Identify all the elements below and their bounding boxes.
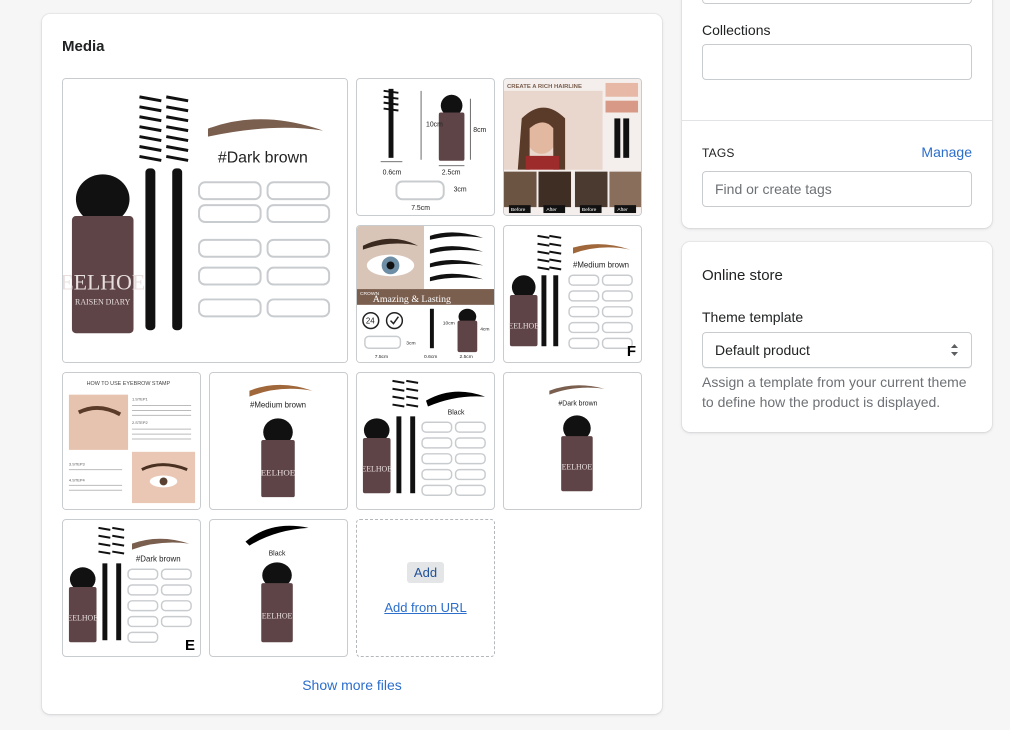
online-store-card: Online store Theme template Default prod… — [682, 242, 992, 432]
media-card: Media #Dark brown EELHOE RAISEN DIARY 10… — [42, 14, 662, 714]
svg-text:EELHOE: EELHOE — [508, 321, 539, 330]
manage-tags-link[interactable]: Manage — [921, 144, 972, 160]
product-image: HOW TO USE EYEBROW STAMP 1.STEP1 2.STEP2… — [63, 373, 200, 509]
svg-text:#Medium brown: #Medium brown — [573, 260, 629, 269]
previous-field[interactable] — [702, 0, 972, 4]
theme-template-help-text: Assign a template from your current them… — [702, 374, 967, 410]
svg-text:Black: Black — [269, 550, 286, 557]
svg-text:Amazing & Lasting: Amazing & Lasting — [373, 294, 451, 305]
svg-text:EELHOE: EELHOE — [361, 465, 392, 474]
product-image: 10cm 8cm 0.6cm 2.5cm 3cm 7.5cm — [380, 88, 487, 212]
product-image: CROWN Amazing & Lasting 24 10cm 4cm 3cm … — [357, 226, 494, 362]
svg-text:8cm: 8cm — [473, 127, 486, 134]
product-image: #Dark brown EELHOE RAISEN DIARY — [63, 79, 347, 362]
media-thumbnail[interactable]: #Medium brown EELHOE F — [503, 225, 642, 363]
svg-text:0.6cm: 0.6cm — [383, 170, 402, 177]
svg-text:Black: Black — [448, 409, 465, 416]
svg-text:7.5cm: 7.5cm — [411, 205, 430, 212]
collections-input[interactable] — [702, 44, 972, 80]
variant-letter: F — [626, 343, 636, 360]
svg-text:3cm: 3cm — [454, 186, 467, 193]
svg-text:EELHOE: EELHOE — [261, 467, 295, 477]
theme-template-value: Default product — [715, 342, 810, 358]
tags-label: TAGS — [702, 146, 735, 160]
svg-text:Before: Before — [511, 207, 526, 213]
media-thumbnail[interactable]: Black EELHOE — [209, 519, 348, 657]
theme-template-label: Theme template — [702, 309, 804, 325]
svg-text:HOW TO USE EYEBROW STAMP: HOW TO USE EYEBROW STAMP — [87, 381, 171, 387]
svg-text:EELHOE: EELHOE — [63, 271, 145, 295]
svg-text:1.STEP1: 1.STEP1 — [132, 397, 148, 402]
show-more-files-link[interactable]: Show more files — [42, 677, 662, 693]
product-image: #Medium brown EELHOE — [249, 384, 313, 498]
media-thumbnail[interactable]: #Dark brown EELHOE E — [62, 519, 201, 657]
svg-text:4cm: 4cm — [480, 326, 489, 332]
svg-text:#Medium brown: #Medium brown — [250, 400, 306, 409]
theme-template-select[interactable]: Default product — [702, 332, 972, 368]
media-thumbnail[interactable]: CROWN Amazing & Lasting 24 10cm 4cm 3cm … — [356, 225, 495, 363]
media-dropzone[interactable]: Add Add from URL — [356, 519, 495, 657]
media-thumbnail[interactable]: CREATE A RICH HAIRLINE Before After Befo… — [503, 78, 642, 216]
svg-text:3.STEP3: 3.STEP3 — [69, 462, 86, 467]
collections-label: Collections — [702, 22, 771, 38]
product-image: #Medium brown EELHOE — [508, 234, 633, 349]
svg-text:After: After — [617, 207, 628, 213]
svg-text:10cm: 10cm — [426, 121, 443, 128]
svg-text:CREATE A RICH HAIRLINE: CREATE A RICH HAIRLINE — [507, 84, 582, 90]
media-thumbnail[interactable]: #Medium brown EELHOE — [209, 372, 348, 510]
media-title: Media — [62, 38, 105, 55]
svg-text:#Dark brown: #Dark brown — [136, 554, 181, 563]
svg-text:EELHOE: EELHOE — [67, 614, 98, 623]
svg-text:7.5cm: 7.5cm — [375, 354, 388, 360]
svg-text:EELHOE: EELHOE — [562, 463, 593, 472]
organization-card: Collections TAGS Manage — [682, 0, 992, 228]
product-image: Black EELHOE — [361, 379, 486, 496]
tags-input[interactable] — [702, 171, 972, 207]
svg-text:#Dark brown: #Dark brown — [218, 149, 308, 166]
svg-text:2.5cm: 2.5cm — [442, 170, 461, 177]
media-thumbnail[interactable]: #Dark brown EELHOE — [503, 372, 642, 510]
media-thumbnail-featured[interactable]: #Dark brown EELHOE RAISEN DIARY — [62, 78, 348, 363]
section-divider — [682, 120, 992, 121]
svg-text:#Dark brown: #Dark brown — [558, 401, 597, 408]
svg-text:3cm: 3cm — [406, 340, 415, 346]
product-image: #Dark brown EELHOE — [67, 526, 192, 643]
svg-text:RAISEN DIARY: RAISEN DIARY — [75, 297, 131, 306]
media-thumbnail[interactable]: HOW TO USE EYEBROW STAMP 1.STEP1 2.STEP2… — [62, 372, 201, 510]
add-media-button[interactable]: Add — [406, 561, 445, 583]
media-thumbnail[interactable]: Black EELHOE — [356, 372, 495, 510]
online-store-title: Online store — [702, 267, 783, 284]
product-image: CREATE A RICH HAIRLINE Before After Befo… — [504, 79, 641, 215]
svg-text:24: 24 — [366, 317, 375, 326]
add-from-url-link[interactable]: Add from URL — [384, 600, 466, 615]
svg-text:2.STEP2: 2.STEP2 — [132, 420, 148, 425]
svg-text:4.STEP4: 4.STEP4 — [69, 477, 86, 482]
svg-text:0.6cm: 0.6cm — [424, 354, 437, 360]
svg-text:EELHOE: EELHOE — [262, 612, 293, 621]
media-thumbnail[interactable]: 10cm 8cm 0.6cm 2.5cm 3cm 7.5cm — [356, 78, 495, 216]
variant-letter: E — [184, 637, 195, 654]
svg-text:2.5cm: 2.5cm — [460, 354, 473, 360]
svg-text:Before: Before — [582, 207, 597, 213]
select-arrows-icon — [951, 344, 958, 356]
product-image: #Dark brown EELHOE — [549, 385, 605, 492]
product-image: Black EELHOE — [245, 525, 309, 643]
svg-text:10cm: 10cm — [443, 321, 455, 327]
svg-text:After: After — [546, 207, 557, 213]
